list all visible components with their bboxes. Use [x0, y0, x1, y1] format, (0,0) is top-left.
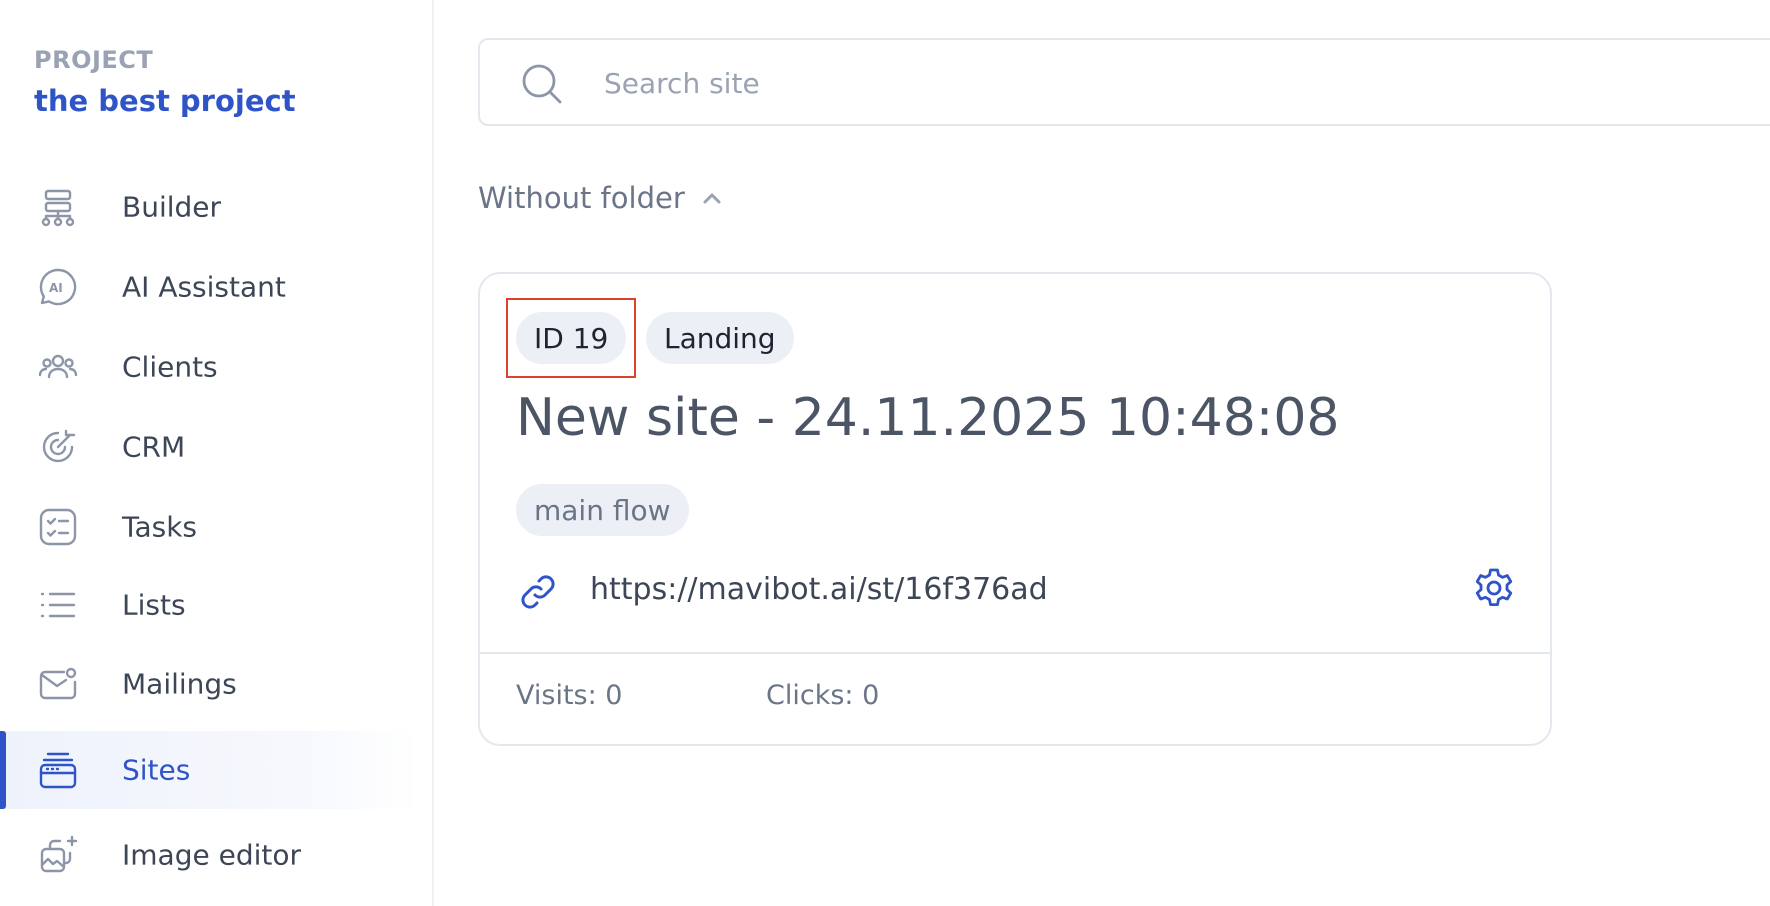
- mail-icon: [38, 664, 78, 704]
- search-icon: [520, 62, 564, 106]
- image-edit-icon: [38, 835, 78, 875]
- sidebar-item-label: Sites: [122, 753, 191, 787]
- sidebar: PROJECT the best project Builder AI AI A…: [0, 0, 434, 906]
- svg-text:AI: AI: [49, 281, 63, 295]
- sidebar-item-image-editor[interactable]: Image editor: [0, 816, 420, 894]
- ai-chat-icon: AI: [38, 267, 78, 307]
- visits-stat: Visits: 0: [516, 680, 623, 711]
- list-icon: [38, 585, 78, 625]
- flow-tag[interactable]: main flow: [516, 484, 689, 536]
- app-root: PROJECT the best project Builder AI AI A…: [0, 0, 1770, 906]
- sidebar-item-label: CRM: [122, 430, 186, 464]
- search-bar[interactable]: [478, 38, 1770, 126]
- folder-header[interactable]: Without folder: [478, 178, 725, 218]
- sidebar-item-label: Lists: [122, 588, 186, 622]
- sidebar-item-tasks[interactable]: Tasks: [0, 488, 420, 566]
- project-name[interactable]: the best project: [34, 84, 296, 118]
- id-highlight-box: [506, 298, 636, 378]
- link-icon: [516, 570, 560, 614]
- sidebar-item-lists[interactable]: Lists: [0, 566, 420, 644]
- sidebar-item-label: Tasks: [122, 510, 198, 544]
- users-icon: [38, 347, 78, 387]
- checklist-icon: [38, 507, 78, 547]
- sidebar-item-builder[interactable]: Builder: [0, 168, 420, 246]
- sidebar-item-label: Mailings: [122, 667, 237, 701]
- project-label: PROJECT: [34, 46, 154, 74]
- site-title[interactable]: New site - 24.11.2025 10:48:08: [516, 388, 1340, 448]
- sidebar-item-clients[interactable]: Clients: [0, 328, 420, 406]
- search-input[interactable]: [604, 60, 1704, 106]
- sidebar-item-sites[interactable]: Sites: [0, 731, 420, 809]
- gear-icon[interactable]: [1472, 566, 1516, 610]
- sidebar-item-label: AI Assistant: [122, 270, 286, 304]
- site-card[interactable]: ID 19 Landing New site - 24.11.2025 10:4…: [478, 272, 1552, 746]
- site-type-badge: Landing: [646, 312, 794, 364]
- sidebar-item-ai-assistant[interactable]: AI AI Assistant: [0, 248, 420, 326]
- folder-title: Without folder: [478, 181, 685, 215]
- chevron-up-icon: [699, 185, 725, 211]
- sidebar-item-mailings[interactable]: Mailings: [0, 645, 420, 723]
- active-indicator: [0, 731, 6, 809]
- site-link-row: https://mavibot.ai/st/16f376ad: [516, 566, 1516, 614]
- sidebar-item-crm[interactable]: CRM: [0, 408, 420, 486]
- browser-window-icon: [38, 750, 78, 790]
- site-url-link[interactable]: https://mavibot.ai/st/16f376ad: [590, 572, 1048, 607]
- sidebar-item-label: Clients: [122, 350, 218, 384]
- sidebar-item-label: Image editor: [122, 838, 301, 872]
- clicks-stat: Clicks: 0: [766, 680, 880, 711]
- sidebar-item-label: Builder: [122, 190, 222, 224]
- sitemap-icon: [38, 187, 78, 227]
- card-divider: [480, 652, 1550, 654]
- target-icon: [38, 427, 78, 467]
